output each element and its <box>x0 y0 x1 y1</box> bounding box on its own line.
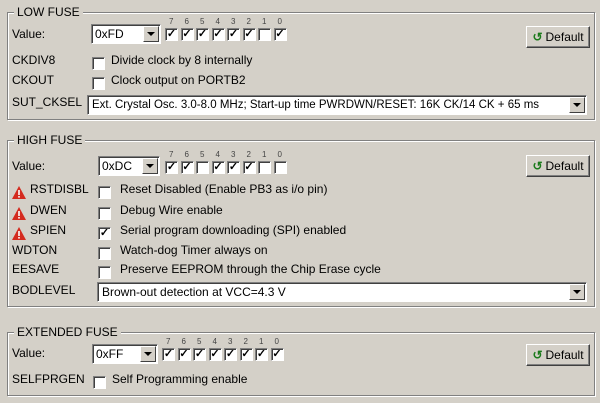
ext-bit-4[interactable]: 4 <box>208 337 225 363</box>
high-bit-7[interactable]: 7 <box>165 150 181 176</box>
chevron-down-icon[interactable] <box>569 97 585 113</box>
high-bit-0[interactable]: 0 <box>273 150 290 176</box>
high-bit-5[interactable]: 5 <box>196 150 212 176</box>
spien-desc: Serial program downloading (SPI) enabled <box>120 223 347 237</box>
ext-bit-2[interactable]: 2 <box>239 337 256 363</box>
extended-fuse-value-label: Value: <box>12 346 46 360</box>
chevron-down-icon[interactable] <box>569 284 585 300</box>
extended-fuse-value: 0xFF <box>96 347 124 361</box>
extended-fuse-value-combo[interactable]: 0xFF <box>92 344 158 364</box>
low-bit-3[interactable]: 3 <box>227 17 243 43</box>
undo-arrow-icon: ↺ <box>532 30 543 44</box>
high-fuse-title: HIGH FUSE <box>14 133 86 147</box>
chevron-down-icon[interactable] <box>140 346 156 362</box>
spien-checkbox[interactable] <box>98 227 111 240</box>
extended-fuse-group: EXTENDED FUSE Value: 0xFF 7 6 5 4 3 2 1 … <box>7 325 595 396</box>
sut-cksel-value: Ext. Crystal Osc. 3.0-8.0 MHz; Start-up … <box>92 99 540 111</box>
selfprgen-desc: Self Programming enable <box>112 372 248 386</box>
ckout-label: CKOUT <box>12 73 54 87</box>
high-bit-4[interactable]: 4 <box>211 150 228 176</box>
sut-cksel-label: SUT_CKSEL <box>12 95 83 109</box>
sut-cksel-select[interactable]: Ext. Crystal Osc. 3.0-8.0 MHz; Start-up … <box>87 95 587 115</box>
bodlevel-value: Brown-out detection at VCC=4.3 V <box>102 285 286 299</box>
eesave-label: EESAVE <box>12 262 60 276</box>
high-bit-1[interactable]: 1 <box>258 150 274 176</box>
extended-fuse-bits: 7 6 5 4 3 2 1 0 <box>162 337 287 363</box>
default-button-label: Default <box>545 348 584 362</box>
ckdiv8-label: CKDIV8 <box>12 53 56 67</box>
dwen-checkbox[interactable] <box>98 207 111 220</box>
ckout-desc: Clock output on PORTB2 <box>111 73 246 87</box>
extended-fuse-title: EXTENDED FUSE <box>14 325 121 339</box>
undo-arrow-icon: ↺ <box>532 159 543 173</box>
low-fuse-value-label: Value: <box>12 27 46 41</box>
chevron-down-icon[interactable] <box>142 158 158 174</box>
spien-label: SPIEN <box>30 223 67 237</box>
high-bit-3[interactable]: 3 <box>227 150 243 176</box>
ext-bit-7[interactable]: 7 <box>162 337 178 363</box>
warning-icon <box>12 227 26 240</box>
selfprgen-label: SELFPRGEN <box>12 372 85 386</box>
low-bit-0[interactable]: 0 <box>273 17 290 43</box>
ext-bit-3[interactable]: 3 <box>224 337 240 363</box>
undo-arrow-icon: ↺ <box>532 348 543 362</box>
low-fuse-title: LOW FUSE <box>14 5 83 19</box>
low-bit-6[interactable]: 6 <box>180 17 197 43</box>
high-fuse-value-combo[interactable]: 0xDC <box>98 156 160 176</box>
dwen-desc: Debug Wire enable <box>120 203 223 217</box>
high-fuse-default-button[interactable]: ↺ Default <box>526 155 590 177</box>
eesave-desc: Preserve EEPROM through the Chip Erase c… <box>120 262 381 276</box>
low-bit-7[interactable]: 7 <box>165 17 181 43</box>
low-bit-5[interactable]: 5 <box>196 17 212 43</box>
selfprgen-checkbox[interactable] <box>93 376 106 389</box>
wdton-checkbox[interactable] <box>98 247 111 260</box>
wdton-desc: Watch-dog Timer always on <box>120 243 268 257</box>
ext-bit-0[interactable]: 0 <box>270 337 287 363</box>
low-fuse-bits: 7 6 5 4 3 2 1 0 <box>165 17 290 43</box>
low-bit-1[interactable]: 1 <box>258 17 274 43</box>
high-fuse-value-label: Value: <box>12 159 46 173</box>
rstdisbl-label: RSTDISBL <box>30 182 89 196</box>
ckdiv8-checkbox[interactable] <box>92 57 105 70</box>
rstdisbl-desc: Reset Disabled (Enable PB3 as i/o pin) <box>120 182 328 196</box>
eesave-checkbox[interactable] <box>98 266 111 279</box>
ext-bit-5[interactable]: 5 <box>193 337 209 363</box>
high-fuse-value: 0xDC <box>102 159 133 173</box>
chevron-down-icon[interactable] <box>143 26 159 42</box>
ext-bit-1[interactable]: 1 <box>255 337 271 363</box>
rstdisbl-checkbox[interactable] <box>98 186 111 199</box>
default-button-label: Default <box>545 30 584 44</box>
low-bit-4[interactable]: 4 <box>211 17 228 43</box>
warning-icon <box>12 186 26 199</box>
default-button-label: Default <box>545 159 584 173</box>
high-bit-2[interactable]: 2 <box>242 150 259 176</box>
bodlevel-label: BODLEVEL <box>12 283 76 297</box>
high-bit-6[interactable]: 6 <box>180 150 197 176</box>
high-fuse-bits: 7 6 5 4 3 2 1 0 <box>165 150 290 176</box>
low-fuse-value-combo[interactable]: 0xFD <box>91 24 161 44</box>
high-fuse-group: HIGH FUSE Value: 0xDC 7 6 5 4 3 2 1 0 ↺ … <box>7 133 595 307</box>
low-fuse-default-button[interactable]: ↺ Default <box>526 26 590 48</box>
ext-bit-6[interactable]: 6 <box>177 337 194 363</box>
warning-icon <box>12 207 26 220</box>
dwen-label: DWEN <box>30 203 67 217</box>
low-fuse-group: LOW FUSE Value: 0xFD 7 6 5 4 3 2 1 0 ↺ D… <box>7 5 595 120</box>
low-bit-2[interactable]: 2 <box>242 17 259 43</box>
wdton-label: WDTON <box>12 243 58 257</box>
ckout-checkbox[interactable] <box>92 77 105 90</box>
bodlevel-select[interactable]: Brown-out detection at VCC=4.3 V <box>97 282 587 302</box>
extended-fuse-default-button[interactable]: ↺ Default <box>526 344 590 366</box>
ckdiv8-desc: Divide clock by 8 internally <box>111 53 253 67</box>
low-fuse-value: 0xFD <box>95 27 124 41</box>
